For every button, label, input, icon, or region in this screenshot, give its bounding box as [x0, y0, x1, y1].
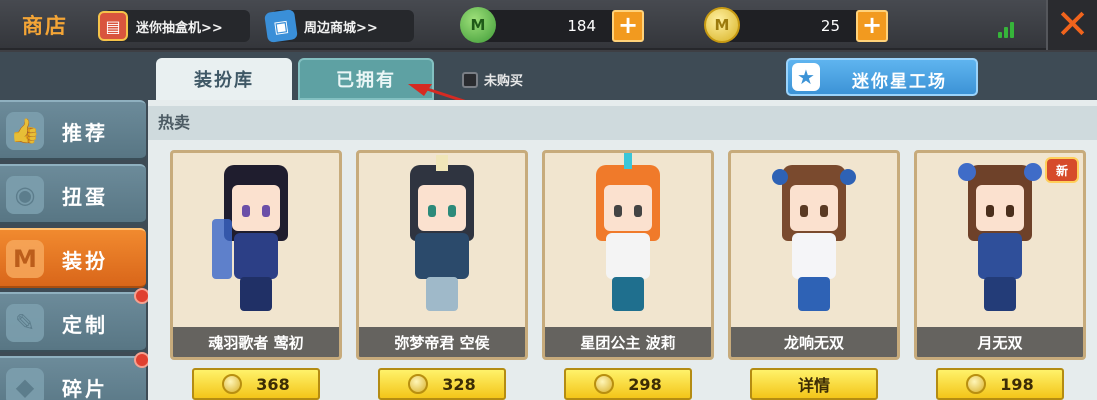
- pencil-icon: ✎: [6, 304, 44, 342]
- sidebar-item-label: 推荐: [62, 121, 108, 145]
- sidebar-item-label: 扭蛋: [62, 185, 108, 209]
- merch-shop-link[interactable]: ▣ 周边商城>>: [264, 9, 414, 43]
- sidebar-item-label: 装扮: [62, 249, 108, 273]
- star-icon: ★: [792, 63, 820, 91]
- section-title: 热卖: [148, 106, 1097, 140]
- coin-icon: M: [704, 7, 740, 43]
- buy-button[interactable]: 368: [192, 368, 320, 400]
- details-button[interactable]: 详情: [750, 368, 878, 400]
- character-figure: [578, 153, 678, 329]
- gashapon-link-label: 迷你抽盒机>>: [136, 20, 223, 36]
- gem-icon: M: [460, 7, 496, 43]
- sidebar-item-label: 定制: [62, 313, 108, 337]
- details-label: 详情: [797, 376, 830, 395]
- item-name: 星团公主 波莉: [545, 327, 711, 357]
- sidebar-item-recommend[interactable]: 👍 推荐: [0, 100, 146, 160]
- sidebar: 👍 推荐 ◉ 扭蛋 M 装扮 ✎ 定制 ◆ 碎片: [0, 52, 150, 400]
- price-label: 298: [628, 374, 662, 394]
- add-coins-button[interactable]: +: [856, 10, 888, 42]
- checkbox-icon: [462, 71, 478, 88]
- character-figure: [950, 159, 1050, 329]
- sidebar-item-outfit[interactable]: M 装扮: [0, 228, 146, 288]
- item-card[interactable]: 星团公主 波莉: [542, 150, 714, 360]
- sidebar-item-custom[interactable]: ✎ 定制: [0, 288, 150, 352]
- coin-amount: 25: [820, 17, 840, 35]
- item-name: 月无双: [917, 327, 1083, 357]
- close-button[interactable]: ✕: [1046, 0, 1097, 50]
- coin-icon: [408, 374, 429, 394]
- buy-button[interactable]: 198: [936, 368, 1064, 400]
- item-name: 魂羽歌者 莺初: [173, 327, 339, 357]
- merch-link-label: 周边商城>>: [304, 20, 378, 36]
- character-figure: [206, 159, 306, 329]
- top-bar: 商店 ▤ 迷你抽盒机>> ▣ 周边商城>> M 184 + M 25 + ✕: [0, 0, 1097, 50]
- price-label: 328: [442, 374, 476, 394]
- item-name: 龙响无双: [731, 327, 897, 357]
- gashapon-link[interactable]: ▤ 迷你抽盒机>>: [98, 10, 250, 42]
- item-card[interactable]: 魂羽歌者 莺初: [170, 150, 342, 360]
- character-figure: [764, 159, 864, 329]
- character-figure: [392, 155, 492, 329]
- shop-content: 热卖 魂羽歌者 莺初 368 弥梦帝君 空侯 328 星团公主 波莉 298 龙…: [148, 100, 1097, 400]
- tab-wardrobe[interactable]: 装扮库: [156, 58, 292, 100]
- coin-icon: [222, 374, 243, 394]
- sidebar-item-gashapon[interactable]: ◉ 扭蛋: [0, 164, 146, 224]
- mini-studio-label: 迷你星工场: [852, 72, 947, 92]
- add-gems-button[interactable]: +: [612, 10, 644, 42]
- price-label: 198: [1000, 374, 1034, 394]
- coin-balance: M 25 +: [704, 7, 888, 43]
- mini-studio-button[interactable]: ★ 迷你星工场: [786, 58, 978, 96]
- coin-icon: [594, 374, 615, 394]
- buy-button[interactable]: 328: [378, 368, 506, 400]
- page-title: 商店: [22, 14, 68, 38]
- gem-balance: M 184 +: [460, 7, 644, 43]
- item-card[interactable]: 新 月无双: [914, 150, 1086, 360]
- tabs-bar: 装扮库 已拥有 未购买 ★ 迷你星工场: [148, 52, 1097, 126]
- fragment-icon: ◆: [6, 368, 44, 400]
- gem-amount: 184: [567, 17, 596, 35]
- gashapon-machine-icon: ▤: [98, 11, 128, 41]
- sidebar-item-fragments[interactable]: ◆ 碎片: [0, 352, 150, 400]
- capsule-icon: ◉: [6, 176, 44, 214]
- item-card[interactable]: 龙响无双: [728, 150, 900, 360]
- item-name: 弥梦帝君 空侯: [359, 327, 525, 357]
- item-card[interactable]: 弥梦帝君 空侯: [356, 150, 528, 360]
- shopping-bag-icon: ▣: [264, 9, 298, 43]
- unbought-label: 未购买: [484, 74, 524, 89]
- coin-icon: [966, 374, 987, 394]
- shirt-icon: M: [6, 240, 44, 278]
- signal-icon: [998, 18, 1020, 38]
- thumbs-up-icon: 👍: [6, 112, 44, 150]
- unbought-filter-checkbox[interactable]: 未购买: [462, 70, 523, 89]
- price-label: 368: [256, 374, 290, 394]
- sidebar-item-label: 碎片: [62, 377, 108, 400]
- buy-button[interactable]: 298: [564, 368, 692, 400]
- new-item-badge-icon: 新: [1045, 157, 1079, 183]
